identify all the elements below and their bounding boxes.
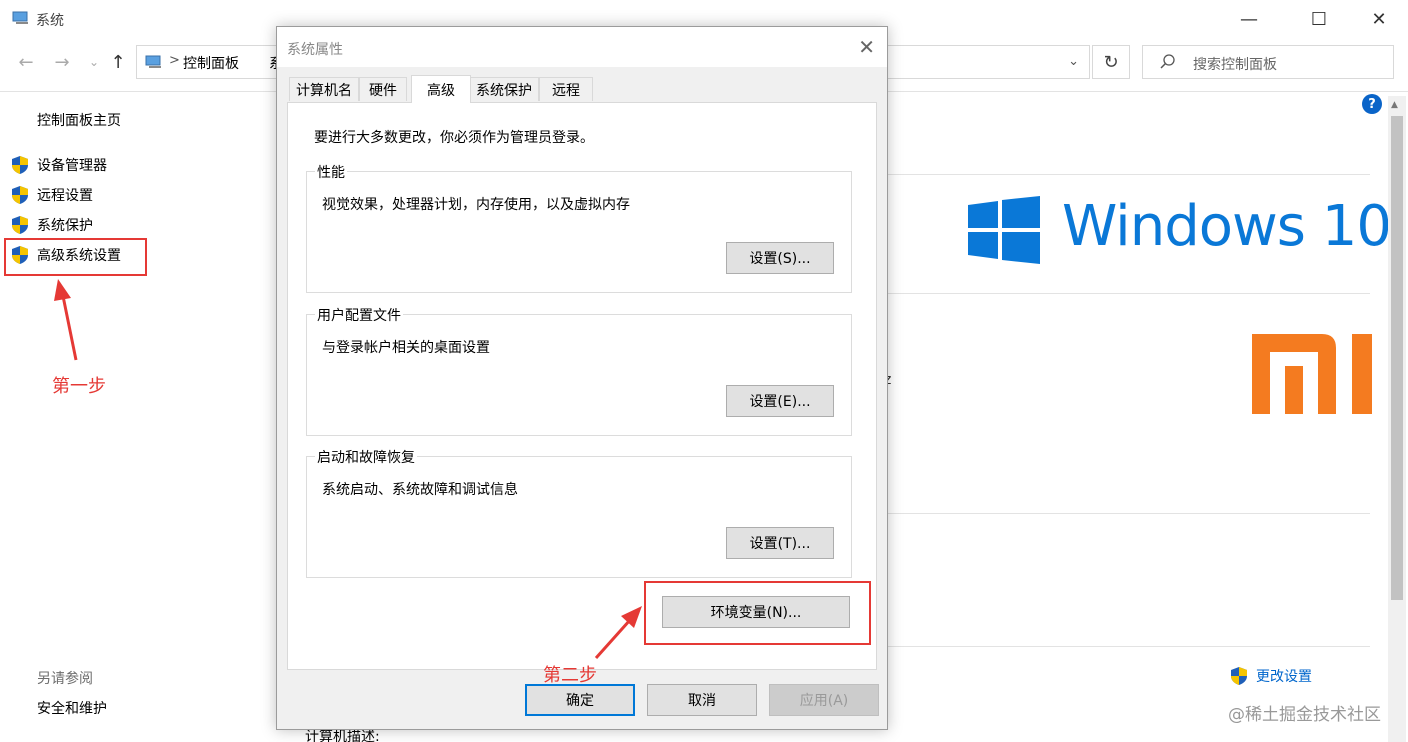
user-profiles-settings-button[interactable]: 设置(E)... <box>726 385 834 417</box>
apply-button[interactable]: 应用(A) <box>769 684 879 716</box>
content-divider <box>888 513 1370 514</box>
sidebar-item-device-manager[interactable]: 设备管理器 <box>10 153 107 177</box>
dialog-close-icon[interactable]: ✕ <box>858 35 875 59</box>
change-settings-label: 更改设置 <box>1256 669 1312 685</box>
see-also-heading: 另请参阅 <box>37 671 93 687</box>
step2-highlight-box <box>644 581 871 645</box>
group-title: 启动和故障恢复 <box>315 447 417 467</box>
forward-arrow-icon[interactable]: → <box>50 50 74 74</box>
group-title: 性能 <box>315 162 347 182</box>
step1-label: 第一步 <box>52 376 106 397</box>
change-settings-link[interactable]: 更改设置 <box>1229 666 1312 686</box>
maximize-button[interactable]: ☐ <box>1296 0 1342 38</box>
scroll-up-arrow-icon[interactable]: ▲ <box>1391 100 1398 110</box>
breadcrumb-separator: > <box>169 53 180 68</box>
recent-dropdown-icon[interactable]: ⌄ <box>82 50 106 74</box>
content-divider <box>888 646 1370 647</box>
sidebar-item-label: 设备管理器 <box>37 158 107 174</box>
performance-settings-button[interactable]: 设置(S)... <box>726 242 834 274</box>
tab-remote[interactable]: 远程 <box>539 77 593 101</box>
dialog-titlebar: 系统属性 ✕ <box>277 27 887 67</box>
tab-computer-name[interactable]: 计算机名 <box>289 77 359 101</box>
close-button[interactable]: ✕ <box>1356 0 1402 38</box>
group-title: 用户配置文件 <box>315 305 403 325</box>
startup-recovery-settings-button[interactable]: 设置(T)... <box>726 527 834 559</box>
computer-icon <box>12 11 28 24</box>
windows-10-text: Windows 10 <box>1062 194 1392 259</box>
tab-system-protection[interactable]: 系统保护 <box>469 77 539 101</box>
address-dropdown-icon[interactable]: ⌄ <box>1068 54 1079 69</box>
admin-note: 要进行大多数更改，你必须作为管理员登录。 <box>314 130 594 146</box>
ok-button[interactable]: 确定 <box>525 684 635 716</box>
security-maintenance-link[interactable]: 安全和维护 <box>37 698 107 718</box>
uac-shield-icon <box>12 156 28 174</box>
search-icon <box>1160 54 1175 69</box>
content-divider <box>888 293 1370 294</box>
up-arrow-icon[interactable]: ↑ <box>106 50 130 74</box>
dialog-title: 系统属性 <box>287 42 343 58</box>
search-placeholder: 搜索控制面板 <box>1193 57 1277 73</box>
cancel-button[interactable]: 取消 <box>647 684 757 716</box>
tab-hardware[interactable]: 硬件 <box>359 77 407 101</box>
refresh-icon: ↻ <box>1103 51 1119 73</box>
breadcrumb-control-panel[interactable]: 控制面板 <box>183 53 239 73</box>
uac-shield-icon <box>12 186 28 204</box>
refresh-button[interactable]: ↻ <box>1092 45 1130 79</box>
uac-shield-icon <box>1231 667 1247 685</box>
mi-logo-icon <box>1252 334 1372 414</box>
sidebar-item-label: 系统保护 <box>37 218 93 234</box>
help-icon[interactable]: ? <box>1362 94 1382 114</box>
sidebar-item-system-protection[interactable]: 系统保护 <box>10 213 93 237</box>
step1-highlight-box <box>4 238 147 276</box>
uac-shield-icon <box>12 216 28 234</box>
scrollbar-thumb[interactable] <box>1391 116 1403 600</box>
windows-logo-icon <box>968 196 1040 264</box>
search-input[interactable]: 搜索控制面板 <box>1142 45 1394 79</box>
group-description: 系统启动、系统故障和调试信息 <box>322 482 518 498</box>
computer-icon <box>145 55 161 68</box>
performance-group: 性能 视觉效果，处理器计划，内存使用，以及虚拟内存 设置(S)... <box>306 162 852 293</box>
group-description: 视觉效果，处理器计划，内存使用，以及虚拟内存 <box>322 197 630 213</box>
step2-label: 第二步 <box>543 665 597 686</box>
tab-advanced[interactable]: 高级 <box>411 75 471 103</box>
minimize-button[interactable]: — <box>1226 0 1272 38</box>
back-arrow-icon[interactable]: ← <box>14 50 38 74</box>
sidebar: 控制面板主页 设备管理器 远程设置 系统保护 高级系统设置 另请参阅 安全和维护 <box>0 92 280 742</box>
sidebar-item-remote-settings[interactable]: 远程设置 <box>10 183 93 207</box>
user-profiles-group: 用户配置文件 与登录帐户相关的桌面设置 设置(E)... <box>306 305 852 436</box>
sidebar-item-label: 远程设置 <box>37 188 93 204</box>
watermark: @稀土掘金技术社区 <box>1228 705 1381 725</box>
content-divider <box>888 174 1370 175</box>
group-description: 与登录帐户相关的桌面设置 <box>322 340 490 356</box>
sidebar-home-link[interactable]: 控制面板主页 <box>37 110 121 130</box>
startup-recovery-group: 启动和故障恢复 系统启动、系统故障和调试信息 设置(T)... <box>306 447 852 578</box>
window-title: 系统 <box>36 13 64 29</box>
